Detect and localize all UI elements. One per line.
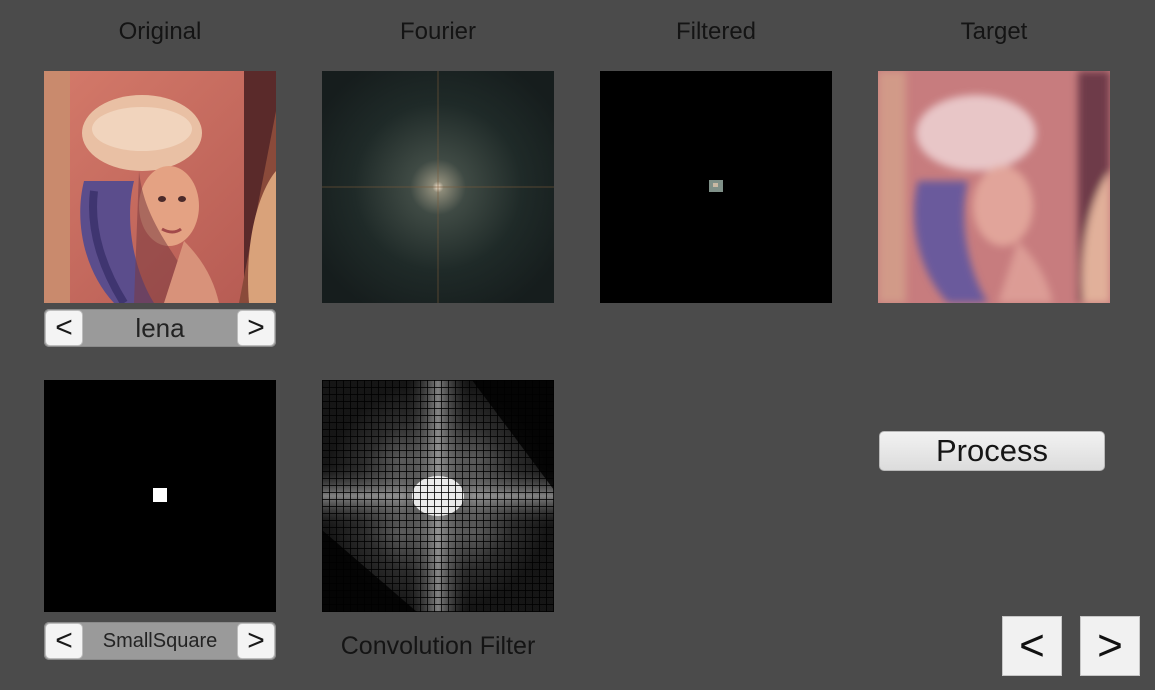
image-prev-button[interactable]: < xyxy=(45,310,83,346)
target-image xyxy=(878,71,1110,303)
original-title: Original xyxy=(118,18,202,45)
image-selector: < lena > xyxy=(44,309,276,347)
target-title: Target xyxy=(960,18,1028,45)
fourier-spectrum-icon xyxy=(322,71,554,303)
lena-portrait-icon xyxy=(44,71,276,303)
filter-selector: < SmallSquare > xyxy=(44,622,276,660)
filtered-spectrum-icon xyxy=(600,71,832,303)
fourier-image xyxy=(322,71,554,303)
convolution-filter-icon xyxy=(322,380,554,612)
small-square-filter-icon xyxy=(44,380,276,612)
nav-prev-button[interactable]: < xyxy=(1002,616,1062,676)
nav-next-button[interactable]: > xyxy=(1080,616,1140,676)
blurred-lena-icon xyxy=(878,71,1110,303)
filtered-image xyxy=(600,71,832,303)
convolution-filter-caption: Convolution Filter xyxy=(340,632,536,660)
filter-selector-value: SmallSquare xyxy=(102,630,218,652)
image-selector-value: lena xyxy=(135,313,185,343)
filter-prev-button[interactable]: < xyxy=(45,623,83,659)
process-button[interactable]: Process xyxy=(879,431,1105,471)
filter-next-button[interactable]: > xyxy=(237,623,275,659)
image-next-button[interactable]: > xyxy=(237,310,275,346)
original-image xyxy=(44,71,276,303)
filtered-title: Filtered xyxy=(675,18,757,45)
fourier-title: Fourier xyxy=(399,18,477,45)
filter-image xyxy=(44,380,276,612)
convolution-image xyxy=(322,380,554,612)
